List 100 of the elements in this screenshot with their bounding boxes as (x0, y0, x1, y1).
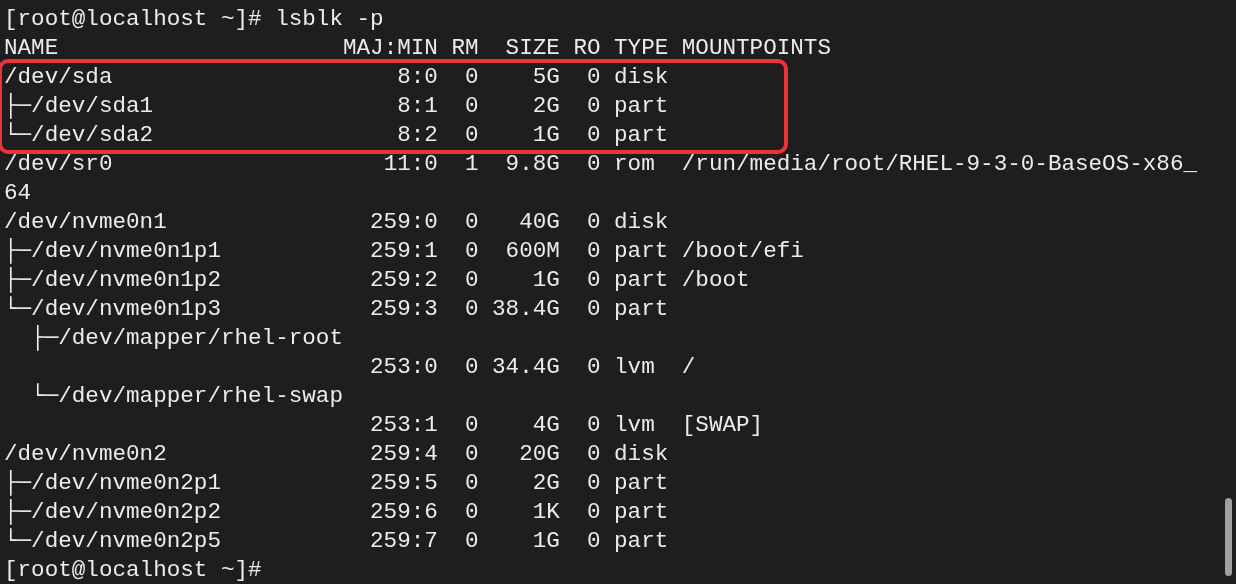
device-name: └─/dev/nvme0n2p5 (4, 527, 222, 556)
type-value: part (614, 527, 669, 556)
rm-value: 0 (463, 498, 479, 527)
device-name: ├─/dev/nvme0n1p2 (4, 266, 222, 295)
rm-value: 0 (463, 92, 479, 121)
maj-min-value: 253:1 (369, 411, 438, 440)
ro-value: 0 (585, 295, 601, 324)
type-value: rom (614, 150, 656, 179)
type-value: part (614, 266, 669, 295)
size-value: 38.4G (492, 295, 560, 324)
maj-min-value: 259:3 (369, 295, 438, 324)
mountpoint-value: [SWAP] (681, 411, 764, 440)
ro-value: 0 (585, 527, 601, 556)
size-value: 2G (531, 469, 560, 498)
rm-value: 0 (463, 237, 479, 266)
rm-value: 0 (463, 440, 479, 469)
ro-value: 0 (585, 150, 601, 179)
column-header: NAME (4, 34, 60, 63)
ro-value: 0 (585, 411, 601, 440)
maj-min-value: 8:0 (396, 63, 438, 92)
size-value: 40G (518, 208, 560, 237)
device-name: └─/dev/sda2 (4, 121, 155, 150)
rm-value: 0 (463, 208, 479, 237)
mountpoint-value: / (681, 353, 696, 382)
rm-value: 0 (463, 121, 479, 150)
type-value: part (614, 121, 669, 150)
size-value: 4G (531, 411, 560, 440)
type-value: disk (614, 63, 669, 92)
device-name: ├─/dev/mapper/rhel-root (30, 325, 343, 351)
ro-value: 0 (585, 266, 601, 295)
maj-min-value: 259:6 (369, 498, 438, 527)
terminal-line: [root@localhost ~]# (4, 557, 262, 583)
ro-value: 0 (585, 63, 601, 92)
type-value: part (614, 469, 669, 498)
rm-value: 0 (463, 63, 479, 92)
rm-value: 0 (463, 353, 479, 382)
device-name: ├─/dev/nvme0n2p1 (4, 469, 222, 498)
type-value: lvm (614, 353, 656, 382)
maj-min-value: 259:5 (369, 469, 438, 498)
maj-min-value: 259:4 (369, 440, 438, 469)
type-value: part (614, 237, 669, 266)
size-value: 1K (531, 498, 560, 527)
scrollbar-thumb[interactable] (1224, 498, 1232, 576)
rm-value: 0 (463, 527, 479, 556)
type-value: disk (614, 440, 669, 469)
ro-value: 0 (585, 92, 601, 121)
size-value: 600M (504, 237, 560, 266)
maj-min-value: 259:1 (369, 237, 438, 266)
type-value: disk (614, 208, 669, 237)
type-value: lvm (614, 411, 656, 440)
rm-value: 0 (463, 295, 479, 324)
ro-value: 0 (585, 208, 601, 237)
mountpoint-value: /boot/efi (681, 237, 804, 266)
size-value: 34.4G (492, 353, 560, 382)
maj-min-value: 8:1 (396, 92, 438, 121)
rm-value: 0 (463, 411, 479, 440)
rm-value: 1 (463, 150, 479, 179)
device-name: /dev/sr0 (4, 150, 114, 179)
size-value: 9.8G (504, 150, 560, 179)
device-name: /dev/nvme0n2 (4, 440, 168, 469)
device-name: ├─/dev/nvme0n1p1 (4, 237, 222, 266)
ro-value: 0 (585, 121, 601, 150)
column-header: TYPE (614, 34, 669, 63)
column-header: SIZE (504, 34, 560, 63)
type-value: part (614, 498, 669, 527)
column-header: MAJ:MIN (342, 34, 438, 63)
maj-min-value: 8:2 (396, 121, 438, 150)
ro-value: 0 (585, 469, 601, 498)
size-value: 1G (531, 121, 560, 150)
terminal-line: [root@localhost ~]# lsblk -p (4, 6, 384, 32)
rm-value: 0 (463, 266, 479, 295)
maj-min-value: 259:7 (369, 527, 438, 556)
column-header: MOUNTPOINTS (681, 34, 831, 63)
size-value: 20G (518, 440, 560, 469)
ro-value: 0 (585, 353, 601, 382)
size-value: 2G (531, 92, 560, 121)
size-value: 5G (531, 63, 560, 92)
ro-value: 0 (585, 498, 601, 527)
column-header: RM (451, 34, 479, 63)
column-header: RO (573, 34, 601, 63)
mountpoint-value: /run/media/root/RHEL-9-3-0-BaseOS-x86_ (681, 150, 1198, 179)
maj-min-value: 253:0 (369, 353, 438, 382)
ro-value: 0 (585, 440, 601, 469)
device-name: ├─/dev/sda1 (4, 92, 155, 121)
size-value: 1G (531, 266, 560, 295)
type-value: part (614, 92, 669, 121)
device-name: ├─/dev/nvme0n2p2 (4, 498, 222, 527)
rm-value: 0 (463, 469, 479, 498)
device-name: └─/dev/nvme0n1p3 (4, 295, 222, 324)
maj-min-value: 259:2 (369, 266, 438, 295)
device-name: /dev/sda (4, 63, 114, 92)
size-value: 1G (531, 527, 560, 556)
maj-min-value: 11:0 (382, 150, 438, 179)
device-name: /dev/nvme0n1 (4, 208, 168, 237)
type-value: part (614, 295, 669, 324)
terminal-line: 64 (4, 180, 32, 206)
ro-value: 0 (585, 237, 601, 266)
maj-min-value: 259:0 (369, 208, 438, 237)
device-name: └─/dev/mapper/rhel-swap (30, 383, 343, 409)
mountpoint-value: /boot (681, 266, 750, 295)
